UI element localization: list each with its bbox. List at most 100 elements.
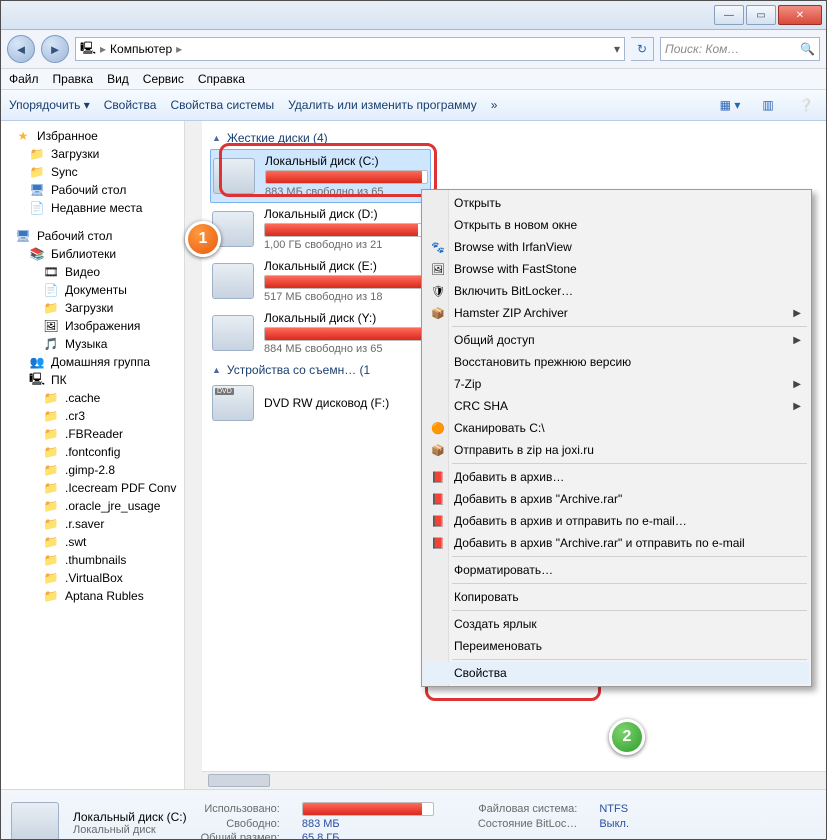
drive-dvd[interactable]: DVD RW дисковод (F:) [210, 381, 429, 425]
tree-recent[interactable]: Недавние места [51, 201, 142, 215]
menu-help[interactable]: Справка [198, 72, 245, 86]
folder-icon: 📁 [43, 426, 59, 442]
recent-icon: 📄 [29, 200, 45, 216]
context-menu-item[interactable]: Переименовать [424, 635, 809, 657]
context-menu-item[interactable]: 7-Zip▶ [424, 373, 809, 395]
context-menu-item[interactable]: CRC SHA▶ [424, 395, 809, 417]
menu-item-label: Открыть [454, 196, 501, 210]
view-mode-button[interactable]: ▦ ▾ [718, 93, 742, 117]
tree-sync[interactable]: Sync [51, 165, 78, 179]
tree-pc[interactable]: ПК [51, 373, 67, 387]
tree-folder[interactable]: .cr3 [65, 409, 85, 423]
breadcrumb-computer[interactable]: Компьютер [110, 42, 172, 56]
tree-desktop-fav[interactable]: Рабочий стол [51, 183, 126, 197]
tree-lib-downloads[interactable]: Загрузки [65, 301, 113, 315]
menu-tools[interactable]: Сервис [143, 72, 184, 86]
tree-folder[interactable]: .oracle_jre_usage [65, 499, 160, 513]
context-menu-item[interactable]: Открыть в новом окне [424, 214, 809, 236]
drive-item[interactable]: Локальный диск (Y:)884 МБ свободно из 65 [210, 307, 429, 359]
tree-video[interactable]: Видео [65, 265, 100, 279]
uninstall-button[interactable]: Удалить или изменить программу [288, 98, 477, 112]
tree-downloads[interactable]: Загрузки [51, 147, 99, 161]
tree-folder[interactable]: .r.saver [65, 517, 104, 531]
context-menu-item[interactable]: Копировать [424, 586, 809, 608]
address-bar[interactable]: 🖳 ▸ Компьютер ▸ ▾ [75, 37, 625, 61]
context-menu-item[interactable]: Открыть [424, 192, 809, 214]
drive-item[interactable]: Локальный диск (D:)1,00 ГБ свободно из 2… [210, 203, 429, 255]
properties-button[interactable]: Свойства [104, 98, 157, 112]
system-properties-button[interactable]: Свойства системы [170, 98, 274, 112]
tree-folder[interactable]: .gimp-2.8 [65, 463, 115, 477]
tree-folder[interactable]: .Icecream PDF Conv [65, 481, 176, 495]
content-hscrollbar[interactable] [202, 771, 826, 789]
tree-music[interactable]: Музыка [65, 337, 107, 351]
context-menu-item[interactable]: 🛡Включить BitLocker… [424, 280, 809, 302]
drive-item[interactable]: Локальный диск (C:)883 МБ свободно из 65 [210, 149, 431, 203]
capacity-bar [264, 223, 427, 237]
tree-folder[interactable]: .FBReader [65, 427, 123, 441]
context-menu-item[interactable]: 📕Добавить в архив… [424, 466, 809, 488]
address-dropdown-icon[interactable]: ▾ [614, 42, 620, 56]
tree-folder[interactable]: .thumbnails [65, 553, 126, 567]
tree-folder[interactable]: .cache [65, 391, 100, 405]
folder-icon: 📁 [43, 570, 59, 586]
folder-icon: 📁 [29, 164, 45, 180]
details-pane: Локальный диск (C:) Локальный диск Испол… [1, 789, 826, 840]
desktop-icon: 🖥 [29, 182, 45, 198]
context-menu-item[interactable]: 🐾Browse with IrfanView [424, 236, 809, 258]
drive-item[interactable]: Локальный диск (E:)517 МБ свободно из 18 [210, 255, 429, 307]
context-menu-item[interactable]: Общий доступ▶ [424, 329, 809, 351]
context-menu-item[interactable]: 🖼Browse with FastStone [424, 258, 809, 280]
details-used-bar [302, 802, 434, 816]
tree-pictures[interactable]: Изображения [65, 319, 140, 333]
search-input[interactable]: Поиск: Ком… 🔍 [660, 37, 820, 61]
tree-libraries[interactable]: Библиотеки [51, 247, 116, 261]
close-button[interactable]: ✕ [778, 5, 822, 25]
maximize-button[interactable]: ▭ [746, 5, 776, 25]
menu-item-icon: 🛡 [430, 283, 446, 299]
minimize-button[interactable]: — [714, 5, 744, 25]
tree-favorites[interactable]: Избранное [37, 129, 98, 143]
refresh-button[interactable]: ↻ [631, 37, 654, 61]
context-menu-item[interactable]: Свойства [424, 662, 809, 684]
menu-file[interactable]: Файл [9, 72, 39, 86]
menu-item-label: Сканировать C:\ [454, 421, 545, 435]
menu-edit[interactable]: Правка [53, 72, 94, 86]
drive-name: Локальный диск (D:) [264, 207, 427, 221]
organize-button[interactable]: Упорядочить ▾ [9, 98, 90, 112]
forward-button[interactable]: ► [41, 35, 69, 63]
video-icon: 🎞 [43, 264, 59, 280]
tree-folder[interactable]: .swt [65, 535, 86, 549]
tree-homegroup[interactable]: Домашняя группа [51, 355, 150, 369]
dvd-icon [212, 385, 254, 421]
tree-desktop[interactable]: Рабочий стол [37, 229, 112, 243]
tree-folder[interactable]: .fontconfig [65, 445, 120, 459]
toolbar-overflow[interactable]: » [491, 98, 498, 112]
back-button[interactable]: ◄ [7, 35, 35, 63]
context-menu-item[interactable]: 🟠Сканировать C:\ [424, 417, 809, 439]
context-menu-item[interactable]: 📕Добавить в архив "Archive.rar" [424, 488, 809, 510]
context-menu-item[interactable]: 📕Добавить в архив и отправить по e-mail… [424, 510, 809, 532]
tree-folder[interactable]: Aptana Rubles [65, 589, 144, 603]
context-menu-item[interactable]: 📕Добавить в архив "Archive.rar" и отправ… [424, 532, 809, 554]
context-menu-item[interactable]: Форматировать… [424, 559, 809, 581]
details-title: Локальный диск (C:) [73, 810, 187, 824]
context-menu-item[interactable]: Восстановить прежнюю версию [424, 351, 809, 373]
menu-item-icon: 📕 [430, 535, 446, 551]
drive-free: 884 МБ свободно из 65 [264, 343, 427, 355]
group-hdd[interactable]: ▲Жесткие диски (4) [210, 127, 818, 149]
details-bitlocker-label: Состояние BitLoc… [478, 818, 578, 830]
menu-item-label: Добавить в архив "Archive.rar" [454, 492, 622, 506]
menu-view[interactable]: Вид [107, 72, 129, 86]
tree-folder[interactable]: .VirtualBox [65, 571, 123, 585]
folder-icon: 📁 [43, 498, 59, 514]
context-menu-item[interactable]: Создать ярлык [424, 613, 809, 635]
context-menu-item[interactable]: 📦Отправить в zip на joxi.ru [424, 439, 809, 461]
context-menu-item[interactable]: 📦Hamster ZIP Archiver▶ [424, 302, 809, 324]
tree-documents[interactable]: Документы [65, 283, 127, 297]
menu-item-icon: 📕 [430, 513, 446, 529]
menu-item-icon: 📦 [430, 442, 446, 458]
help-button[interactable]: ❔ [794, 93, 818, 117]
preview-pane-button[interactable]: ▥ [756, 93, 780, 117]
navigation-pane[interactable]: ★Избранное 📁Загрузки 📁Sync 🖥Рабочий стол… [1, 121, 202, 789]
